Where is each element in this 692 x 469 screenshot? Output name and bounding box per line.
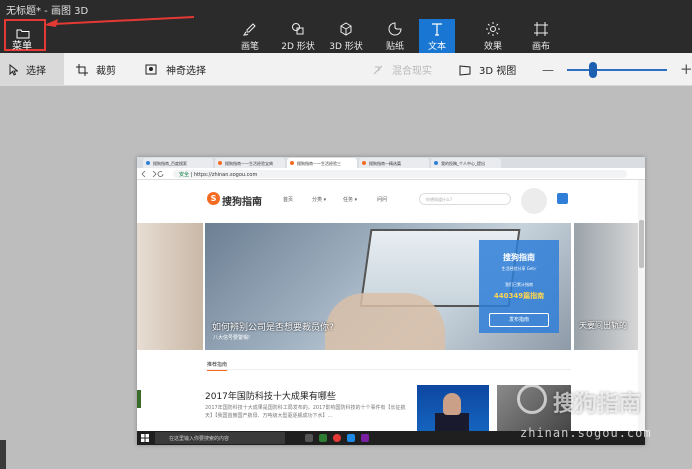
- magic-select-label: 神奇选择: [166, 66, 206, 77]
- tool-2d-shapes[interactable]: 2D 形状: [280, 19, 316, 53]
- browser-tab: 我的投稿_个人中心_提出: [431, 158, 501, 168]
- site-nav-item: 首页: [283, 197, 294, 203]
- tool-label: 3D 形状: [329, 42, 363, 52]
- browser-tab: 搜狗指南——生活经验三: [287, 158, 357, 168]
- tool-label: 文本: [427, 42, 446, 52]
- watermark-text: 搜狗指南: [553, 392, 642, 417]
- browser-tab: 搜狗指南_百度搜索: [143, 158, 213, 168]
- mixed-reality-label: 混合现实: [392, 66, 432, 77]
- divider: [205, 369, 571, 370]
- crop-icon: [76, 63, 88, 76]
- watermark-logo-icon: [517, 384, 547, 414]
- tool-label: 效果: [483, 42, 502, 52]
- article-thumbnail: [417, 385, 489, 433]
- 3d-view-button[interactable]: 3D 视图: [459, 53, 516, 86]
- crop-button[interactable]: 裁剪: [76, 53, 116, 86]
- site-nav-item: 问问: [377, 197, 388, 203]
- chrome-icon: [333, 434, 341, 442]
- cursor-icon: [9, 63, 18, 76]
- mixed-reality-button[interactable]: 混合现实: [372, 53, 432, 86]
- title-bar: 无标题* - 画图 3D 菜单 画笔 2D 形状 3D 形状 贴纸 文本 效果 …: [0, 0, 692, 53]
- tool-text[interactable]: 文本: [419, 19, 455, 53]
- site-nav-item: 分类 ▾: [312, 197, 327, 203]
- cube-icon: [340, 22, 352, 36]
- text-icon: [432, 23, 442, 36]
- browser-addressbar: 安全 | https://zhinan.sogou.com: [137, 168, 645, 180]
- tool-label: 贴纸: [385, 42, 404, 52]
- magic-select-icon: [145, 64, 157, 74]
- tool-canvas[interactable]: 画布: [526, 19, 556, 53]
- tool-brushes[interactable]: 画笔: [236, 19, 264, 53]
- nav-arrows-icon: [141, 171, 164, 177]
- brush-icon: [243, 23, 256, 36]
- tool-label: 2D 形状: [281, 42, 315, 52]
- browser-tab: 搜狗指南——生活经验宝典: [215, 158, 285, 168]
- menu-label: 菜单: [12, 41, 32, 52]
- promo-card: 搜狗指南 生活经验分享 Get√ 我们已累计指南 440349篇指南 发布指南: [479, 240, 559, 333]
- avatar: [521, 188, 547, 214]
- tool-stickers[interactable]: 贴纸: [380, 19, 410, 53]
- zoom-in-button[interactable]: +: [680, 52, 692, 85]
- url-field: 安全 | https://zhinan.sogou.com: [173, 170, 627, 178]
- zoom-slider-track[interactable]: [567, 69, 667, 71]
- canvas-handle[interactable]: [137, 390, 141, 408]
- 2d-shapes-icon: [292, 23, 304, 35]
- 3d-view-icon: [459, 64, 471, 76]
- window-edge: [0, 440, 6, 469]
- app-icon: [347, 434, 355, 442]
- site-logo-text: 搜狗指南: [222, 197, 262, 208]
- windows-logo-icon: [141, 434, 149, 442]
- banner-subcaption: 八大信号要警惕!: [213, 335, 251, 341]
- tool-effects[interactable]: 效果: [478, 19, 508, 53]
- mixed-reality-icon: [373, 65, 383, 74]
- edit-icon: [557, 193, 568, 204]
- sogou-logo-icon: S: [207, 192, 220, 205]
- tool-label: 画笔: [240, 42, 259, 52]
- sun-icon: [486, 22, 500, 36]
- zoom-slider-thumb[interactable]: [589, 62, 597, 78]
- taskview-icon: [305, 434, 313, 442]
- banner-caption: 如何辨别公司是否想要裁员你?: [212, 323, 334, 333]
- site-nav-item: 任务 ▾: [343, 197, 358, 203]
- banner-left-slide: [137, 223, 203, 350]
- article-text: 2017年国防科技十大成果是国防科工局发布的。2017影响国防科技的十个事件有【…: [205, 405, 406, 419]
- browser-tabstrip: 搜狗指南_百度搜索 搜狗指南——生活经验宝典 搜狗指南——生活经验三 搜狗指南—…: [137, 157, 645, 168]
- app-icon: [361, 434, 369, 442]
- crop-label: 裁剪: [96, 66, 116, 77]
- article-title: 2017年国防科技十大成果有哪些: [205, 392, 336, 402]
- banner-right-slide: 天要间出轨的: [574, 223, 638, 350]
- zoom-out-button[interactable]: —: [542, 53, 554, 86]
- watermark-url: zhinan.sogou.com: [520, 426, 652, 440]
- sticker-icon: [388, 22, 402, 36]
- tool-label: 画布: [531, 42, 550, 52]
- magic-select-button[interactable]: 神奇选择: [145, 53, 206, 86]
- 3d-view-label: 3D 视图: [479, 66, 517, 77]
- site-search-box: 你想知道什么?: [419, 193, 511, 205]
- browser-tab: 搜狗指南—精选篇: [359, 158, 429, 168]
- tool-3d-shapes[interactable]: 3D 形状: [328, 19, 364, 53]
- annotation-arrow: [44, 16, 195, 27]
- menu-button[interactable]: 菜单: [4, 19, 46, 52]
- select-button[interactable]: 选择: [0, 53, 64, 86]
- select-label: 选择: [26, 66, 46, 77]
- wechat-icon: [319, 434, 327, 442]
- canvas-icon: [534, 22, 548, 36]
- taskbar-search: 在这里输入你要搜索的内容: [155, 432, 285, 444]
